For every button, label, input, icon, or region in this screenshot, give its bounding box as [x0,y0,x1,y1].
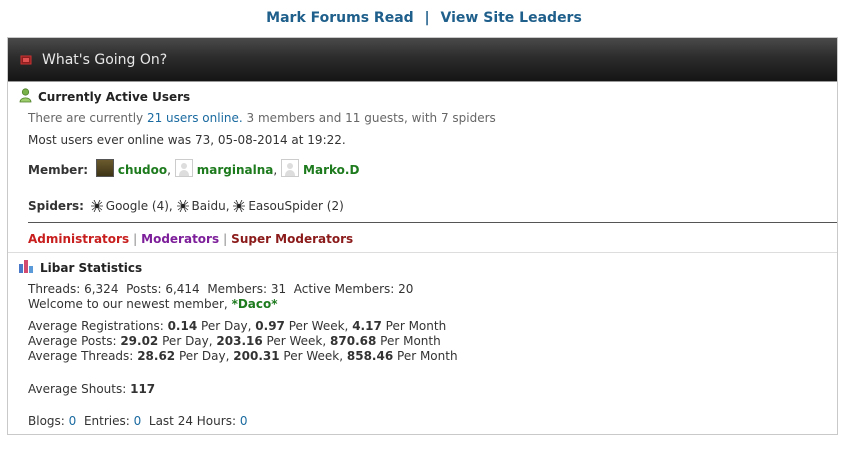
member-link-chudoo[interactable]: chudoo [118,163,167,177]
member-list: Member: chudoo, marginalna, Marko.D [28,159,359,177]
blogs-count-link[interactable]: 0 [69,414,77,428]
member-link-markod[interactable]: Marko.D [303,163,359,177]
newest-member-line: Welcome to our newest member, *Daco* [28,297,278,311]
active-members-count: 20 [398,282,414,296]
top-links-separator: | [424,10,430,26]
legend-moderators[interactable]: Moderators [141,232,219,246]
legend-administrators[interactable]: Administrators [28,232,129,246]
mark-forums-read-link[interactable]: Mark Forums Read [266,10,414,26]
spiders-label: Spiders: [28,199,84,213]
avatar [95,159,114,177]
avatar [174,159,193,177]
spider-easou: EasouSpider (2) [248,199,344,213]
statistics-title: Libar Statistics [40,260,143,275]
member-link-marginalna[interactable]: marginalna [197,163,274,177]
users-online-link[interactable]: 21 users online. [147,111,243,125]
avatar [281,159,300,177]
newest-member-link[interactable]: *Daco* [232,297,278,311]
threads-count: 6,324 [84,282,119,296]
avg-shouts-value: 117 [130,382,156,396]
bar-chart-icon [19,259,34,276]
blog-stats: Blogs: 0 Entries: 0 Last 24 Hours: 0 [28,414,248,428]
divider [28,222,837,223]
spider-list: Spiders: Google (4), Baidu, EasouSpider … [28,199,344,213]
legend-super-moderators[interactable]: Super Moderators [231,232,353,246]
avg-registrations: Average Registrations: 0.14 Per Day, 0.9… [28,319,447,333]
avg-threads: Average Threads: 28.62 Per Day, 200.31 P… [28,349,458,363]
panel-title: What's Going On? [42,51,168,68]
active-users-title: Currently Active Users [38,90,191,104]
forum-totals: Threads: 6,324 Posts: 6,414 Members: 31 … [28,282,414,296]
usergroup-legend: Administrators | Moderators | Super Moderato… [28,232,354,246]
spider-icon [176,200,189,212]
statistics-heading: Libar Statistics [19,259,142,276]
online-suffix: 3 members and 11 guests, with 7 spiders [246,111,496,125]
top-links: Mark Forums Read | View Site Leaders [0,10,848,26]
user-icon [19,88,32,106]
entries-count-link[interactable]: 0 [134,414,142,428]
panel-header[interactable]: What's Going On? [8,38,837,82]
online-prefix: There are currently [28,111,144,125]
most-users-record: Most users ever online was 73, 05-08-201… [28,133,346,147]
collapse-icon[interactable] [20,54,32,66]
spider-icon [90,200,103,212]
avg-shouts: Average Shouts: 117 [28,382,156,396]
avg-posts: Average Posts: 29.02 Per Day, 203.16 Per… [28,334,441,348]
spider-baidu: Baidu [191,199,226,213]
view-site-leaders-link[interactable]: View Site Leaders [441,10,582,26]
posts-count: 6,414 [165,282,200,296]
whats-going-on-panel: What's Going On? Currently Active Users … [7,37,838,435]
active-users-heading: Currently Active Users [19,88,190,106]
member-label: Member: [28,163,89,177]
divider [8,252,837,253]
spider-icon [233,200,246,212]
online-summary: There are currently 21 users online. 3 m… [28,111,496,125]
members-count: 31 [270,282,287,296]
last24-count-link[interactable]: 0 [240,414,248,428]
spider-google: Google (4) [105,199,169,213]
